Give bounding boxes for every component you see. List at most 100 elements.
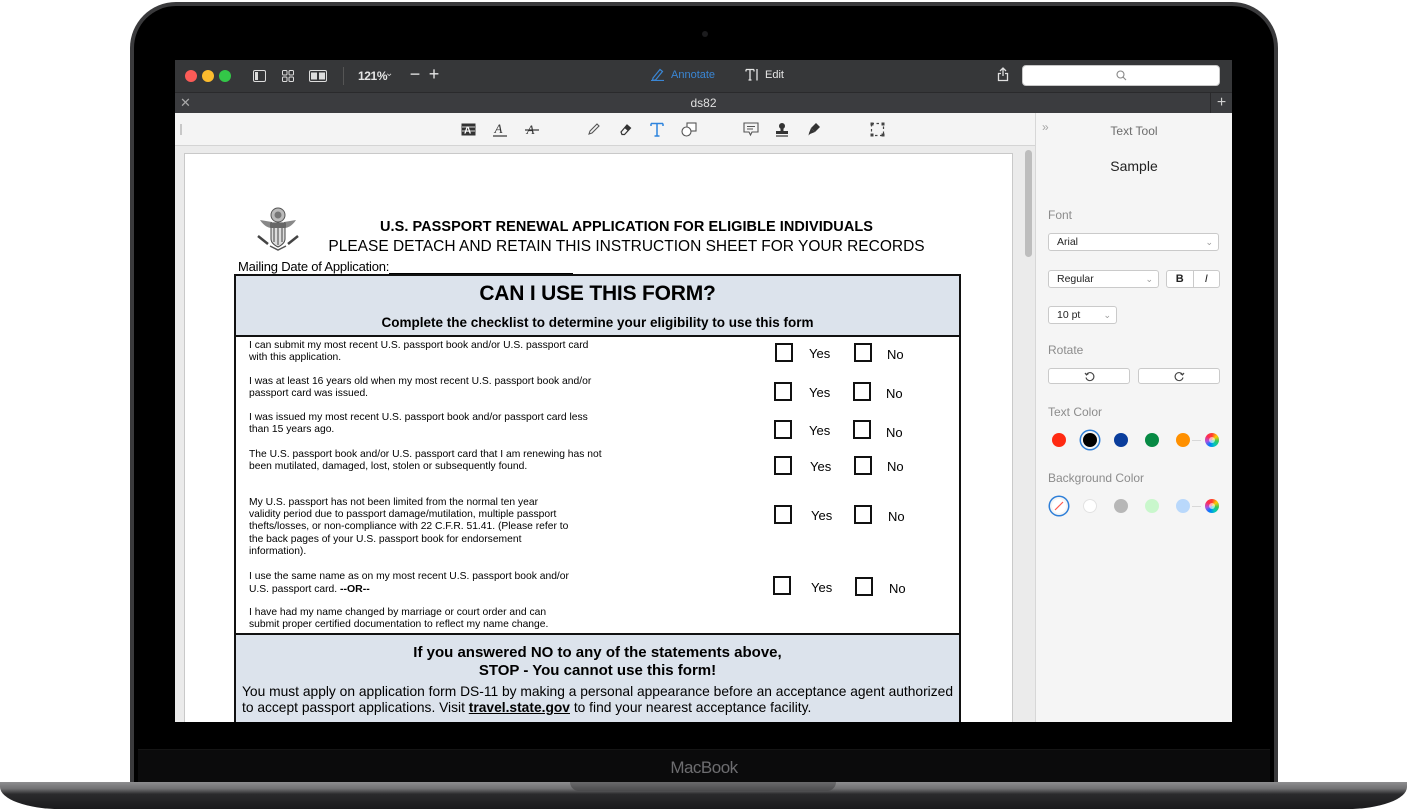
travel-state-gov-link[interactable]: travel.state.gov	[469, 700, 570, 715]
text-color-swatch[interactable]	[1176, 433, 1190, 447]
italic-button[interactable]: I	[1192, 271, 1220, 287]
no-label: No	[887, 347, 904, 362]
thumbnail-view-button[interactable]	[281, 68, 295, 84]
text-color-swatch[interactable]	[1052, 433, 1066, 447]
no-checkbox[interactable]	[854, 505, 872, 524]
no-checkbox[interactable]	[853, 382, 871, 401]
shapes-tool[interactable]	[679, 120, 699, 138]
stop-notice-body: You must apply on application form DS-11…	[242, 684, 953, 716]
bold-italic-toggle: B I	[1166, 270, 1220, 288]
text-tool-icon	[650, 122, 664, 137]
background-color-swatch[interactable]	[1052, 499, 1066, 513]
pencil-tool[interactable]	[584, 120, 604, 138]
pen-nib-icon	[808, 123, 820, 136]
yes-checkbox[interactable]	[774, 382, 792, 401]
checklist-subtitle: Complete the checklist to determine your…	[381, 315, 814, 330]
text-color-swatch[interactable]	[1114, 433, 1128, 447]
title-bar: 121% ⌄ − + Annotate Edit	[175, 60, 1232, 92]
checklist-question: I can submit my most recent U.S. passpor…	[249, 340, 589, 364]
search-input[interactable]	[1022, 65, 1220, 86]
sidebar-view-button[interactable]	[252, 68, 266, 84]
pencil-icon	[651, 68, 664, 81]
eraser-tool[interactable]	[616, 120, 636, 138]
yes-checkbox[interactable]	[775, 343, 793, 362]
underline-tool[interactable]: A	[490, 120, 510, 138]
yes-checkbox[interactable]	[774, 456, 792, 475]
vertical-scrollbar[interactable]	[1025, 150, 1032, 257]
share-button[interactable]	[997, 67, 1009, 87]
yes-label: Yes	[811, 508, 833, 523]
text-box-tool[interactable]: A	[458, 120, 478, 138]
background-color-swatch[interactable]	[1083, 499, 1097, 513]
zoom-level[interactable]: 121%	[358, 69, 387, 83]
background-color-swatch[interactable]	[1114, 499, 1128, 513]
rotate-right-button[interactable]	[1138, 368, 1220, 384]
no-checkbox[interactable]	[854, 343, 872, 362]
stop-notice-text-end: to find your nearest acceptance facility…	[570, 700, 812, 715]
note-tool[interactable]	[741, 120, 761, 138]
chevron-down-icon[interactable]: ⌄	[385, 68, 393, 79]
strikethrough-tool[interactable]: A	[522, 120, 542, 138]
text-color-swatch[interactable]	[1083, 433, 1097, 447]
annotate-mode-button[interactable]: Annotate	[650, 68, 715, 81]
mailing-date-line[interactable]	[389, 262, 574, 274]
grid-icon	[282, 70, 294, 82]
pdf-page[interactable]: U.S. PASSPORT RENEWAL APPLICATION FOR EL…	[185, 154, 1012, 722]
yes-label: Yes	[811, 580, 833, 595]
sidebar-icon	[252, 70, 266, 82]
chevron-down-icon: ⌄	[1103, 310, 1111, 320]
yes-label: Yes	[809, 423, 831, 438]
zoom-in-button[interactable]: +	[426, 64, 442, 85]
close-window-button[interactable]	[185, 70, 197, 82]
selection-tool[interactable]	[867, 120, 887, 138]
no-label: No	[887, 459, 904, 474]
text-color-swatch[interactable]	[1145, 433, 1159, 447]
pencil-icon	[588, 123, 600, 135]
yes-label: Yes	[810, 459, 832, 474]
question-text: I use the same name as on my most recent…	[249, 571, 569, 596]
two-page-view-button[interactable]	[308, 68, 328, 84]
font-style-select[interactable]: Regular ⌄	[1048, 270, 1159, 288]
no-checkbox[interactable]	[853, 420, 871, 439]
text-cursor-icon	[745, 68, 758, 81]
tab-ds82[interactable]: ds82	[175, 96, 1232, 110]
edit-mode-button[interactable]: Edit	[745, 68, 784, 81]
text-tool[interactable]	[647, 120, 667, 138]
font-family-select[interactable]: Arial ⌄	[1048, 233, 1219, 251]
checklist-question: The U.S. passport book and/or U.S. passp…	[249, 449, 602, 473]
checklist-question: I was at least 16 years old when my most…	[249, 376, 592, 400]
bold-button[interactable]: B	[1167, 271, 1193, 287]
background-color-swatch[interactable]	[1145, 499, 1159, 513]
yes-checkbox[interactable]	[774, 505, 792, 524]
stamp-tool[interactable]	[772, 120, 792, 138]
color-picker-wheel-icon[interactable]	[1205, 499, 1219, 513]
toolbar-handle[interactable]	[180, 124, 182, 135]
annotation-toolbar: A A A	[175, 113, 1035, 146]
signature-tool[interactable]	[804, 120, 824, 138]
shapes-icon	[681, 121, 697, 137]
color-picker-wheel-icon[interactable]	[1205, 433, 1219, 447]
mailing-date-label: Mailing Date of Application:	[238, 259, 390, 274]
no-checkbox[interactable]	[854, 456, 872, 475]
font-size-select[interactable]: 10 pt ⌄	[1048, 306, 1117, 324]
checklist-header: CAN I USE THIS FORM? Complete the checkl…	[236, 276, 959, 337]
no-checkbox[interactable]	[855, 577, 873, 596]
camera	[702, 31, 708, 37]
mailing-date-field[interactable]: Mailing Date of Application:	[238, 259, 574, 274]
new-tab-button[interactable]: +	[1210, 93, 1232, 113]
font-label: Font	[1048, 208, 1073, 222]
document-viewer[interactable]: U.S. PASSPORT RENEWAL APPLICATION FOR EL…	[175, 146, 1035, 722]
font-sample-preview: Sample	[1110, 158, 1158, 174]
background-color-swatch[interactable]	[1176, 499, 1190, 513]
underline-icon: A	[493, 122, 507, 137]
minimize-window-button[interactable]	[202, 70, 214, 82]
swatch-divider	[1192, 440, 1201, 441]
rotate-left-button[interactable]	[1048, 368, 1130, 384]
yes-checkbox[interactable]	[773, 576, 791, 595]
stop-notice-line1: If you answered NO to any of the stateme…	[413, 644, 782, 661]
text-tool-panel: » Text Tool Sample Font Arial ⌄ Regular …	[1036, 113, 1232, 722]
font-size-value: 10 pt	[1057, 309, 1081, 321]
zoom-out-button[interactable]: −	[407, 64, 423, 85]
zoom-window-button[interactable]	[219, 70, 231, 82]
yes-checkbox[interactable]	[774, 420, 792, 439]
